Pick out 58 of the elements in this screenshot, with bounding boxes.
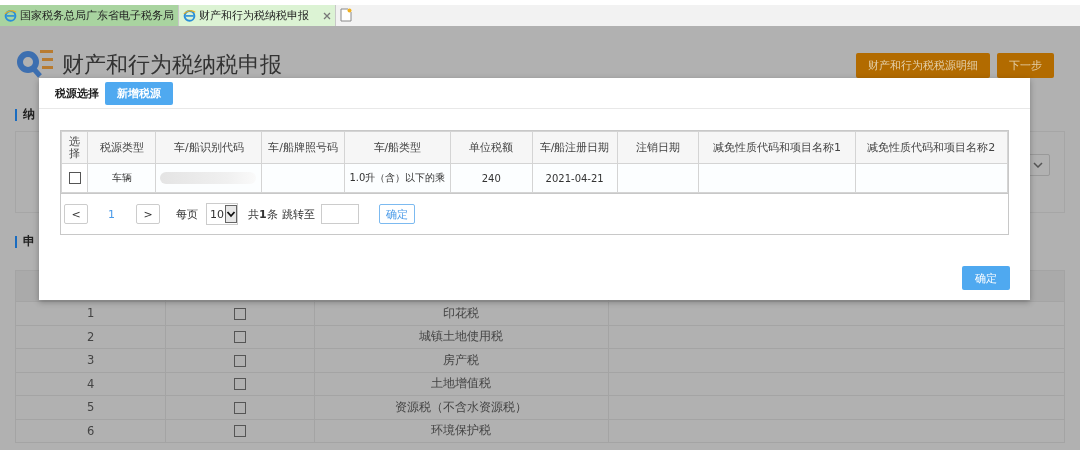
column-header: 选择 [69, 135, 81, 160]
go-button[interactable]: 确定 [378, 204, 415, 224]
section-heading: 申 [23, 233, 35, 250]
column-header: 车/船识别代码 [155, 131, 262, 164]
row-number: 5 [15, 395, 166, 419]
browser-logo-icon [183, 9, 196, 22]
column-header: 单位税额 [450, 131, 533, 164]
table-cell: 1.0升（含）以下的乘 [344, 163, 451, 193]
new-tab-icon[interactable] [340, 8, 352, 22]
caret-icon[interactable] [225, 205, 237, 223]
close-icon[interactable] [323, 11, 331, 20]
tax-name-cell: 城镇土地使用税 [314, 325, 609, 349]
per-page-label: 每页 [176, 206, 198, 222]
caret-icon [1033, 162, 1043, 168]
tax-name-cell: 资源税（不含水资源税） [314, 395, 609, 419]
checkbox[interactable] [233, 354, 246, 367]
jump-label: 跳转至 [281, 206, 315, 222]
column-header: 注销日期 [617, 131, 699, 164]
checkbox[interactable] [233, 378, 246, 391]
confirm-button[interactable]: 确定 [962, 266, 1010, 290]
row-number: 1 [15, 301, 166, 325]
row-number: 2 [15, 325, 166, 349]
checkbox[interactable] [68, 172, 81, 184]
action-button[interactable]: 下一步 [997, 52, 1054, 78]
checkbox[interactable] [233, 331, 246, 344]
checkbox[interactable] [233, 425, 246, 438]
table-cell: 2021-04-21 [532, 163, 618, 193]
tax-name-cell: 土地增值税 [314, 372, 609, 396]
action-button[interactable]: 财产和行为税税源明细 [856, 52, 990, 78]
row-number: 4 [15, 372, 166, 396]
total-count: 共1条 [248, 206, 278, 222]
checkbox[interactable] [233, 401, 246, 414]
row-number: 3 [15, 348, 166, 372]
add-source-button[interactable]: 新增税源 [105, 81, 173, 105]
previous-page-button[interactable]: < [64, 204, 88, 224]
column-header: 减免性质代码和项目名称2 [855, 131, 1008, 164]
dialog-title: 税源选择 [55, 85, 99, 101]
checkbox[interactable] [233, 307, 246, 320]
tax-name-cell: 房产税 [314, 348, 609, 372]
per-page-select[interactable]: 10 [206, 203, 238, 225]
next-page-button[interactable]: > [136, 204, 160, 224]
row-number: 6 [15, 419, 166, 443]
table-cell: 车辆 [87, 163, 156, 193]
section-heading: 纳 [23, 106, 35, 123]
column-header: 减免性质代码和项目名称1 [698, 131, 855, 164]
browser-tab[interactable]: 财产和行为税纳税申报 [179, 5, 336, 26]
table-cell: 240 [450, 163, 533, 193]
column-header: 车/船类型 [344, 131, 451, 164]
page-number-link[interactable]: 1 [108, 207, 115, 221]
browser-tab[interactable]: 国家税务总局广东省电子税务局 [0, 5, 179, 26]
page-title: 财产和行为税纳税申报 [62, 51, 282, 79]
tax-name-cell: 印花税 [314, 301, 609, 325]
tax-name-cell: 环境保护税 [314, 419, 609, 443]
page-input-field[interactable] [320, 204, 359, 224]
column-header: 车/船注册日期 [532, 131, 618, 164]
column-header: 车/船牌照号码 [261, 131, 345, 164]
column-header: 税源类型 [87, 131, 156, 164]
browser-logo-icon [4, 9, 17, 22]
